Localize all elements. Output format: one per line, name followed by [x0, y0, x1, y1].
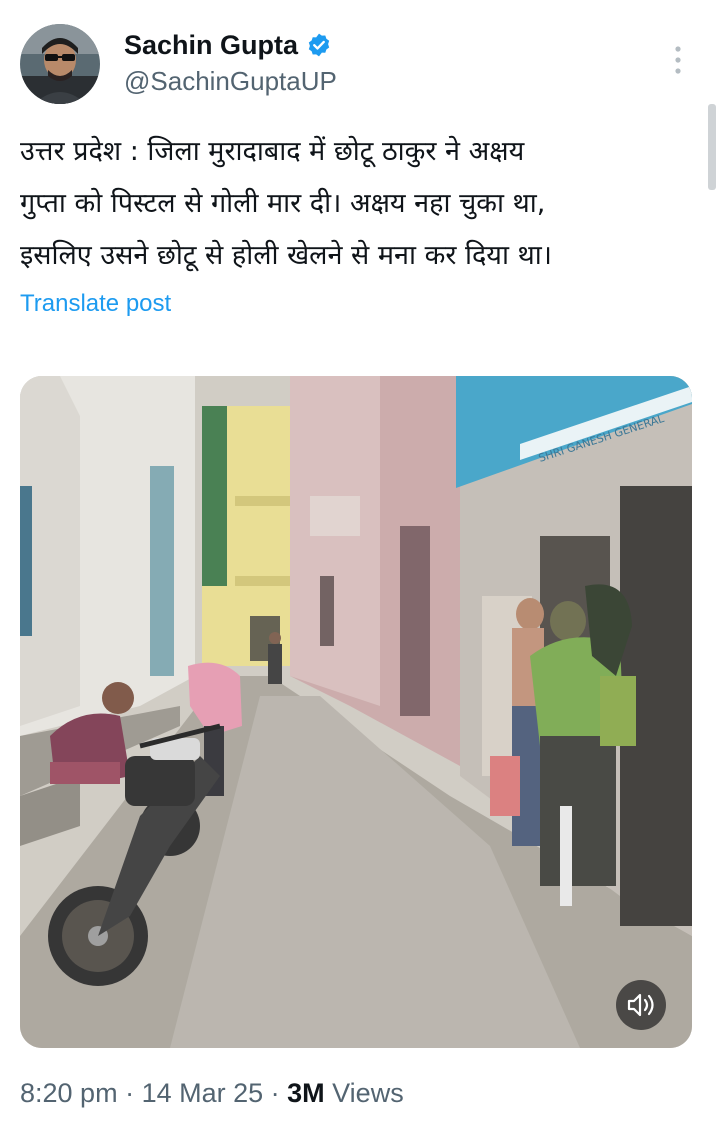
- tweet-header: Sachin Gupta @SachinGuptaUP: [20, 24, 696, 104]
- avatar-photo: [20, 24, 100, 104]
- translate-post-link[interactable]: Translate post: [20, 290, 171, 318]
- tweet-text-line: उत्तर प्रदेश : जिला मुरादाबाद में छोटू ठ…: [20, 136, 525, 167]
- views-count[interactable]: 3M: [287, 1078, 325, 1108]
- tweet-meta: 8:20 pm · 14 Mar 25 · 3M Views: [20, 1078, 404, 1109]
- video-frame-street-scene: SHRI GANESH GENERAL: [20, 376, 692, 1048]
- tweet-text-line: गुप्ता को पिस्टल से गोली मार दी। अक्षय न…: [20, 188, 546, 219]
- author-avatar[interactable]: [20, 24, 100, 104]
- meta-separator: ·: [263, 1078, 288, 1108]
- views-label: Views: [324, 1078, 404, 1108]
- more-options-icon[interactable]: [668, 44, 688, 76]
- mute-toggle-button[interactable]: [616, 980, 666, 1030]
- verified-badge-icon: [306, 32, 332, 58]
- author-display-name[interactable]: Sachin Gupta: [124, 30, 298, 61]
- speaker-muted-icon: [627, 993, 654, 1017]
- tweet-time[interactable]: 8:20 pm: [20, 1078, 118, 1108]
- meta-separator: ·: [117, 1078, 142, 1108]
- tweet-video[interactable]: SHRI GANESH GENERAL: [20, 376, 692, 1048]
- tweet-date[interactable]: 14 Mar 25: [142, 1078, 264, 1108]
- tweet-text-line: इसलिए उसने छोटू से होली खेलने से मना कर …: [20, 240, 552, 271]
- author-handle[interactable]: @SachinGuptaUP: [124, 66, 337, 97]
- tweet-text: उत्तर प्रदेश : जिला मुरादाबाद में छोटू ठ…: [20, 126, 700, 282]
- page-scrollbar[interactable]: [708, 104, 716, 190]
- author-name-row: Sachin Gupta: [124, 28, 332, 62]
